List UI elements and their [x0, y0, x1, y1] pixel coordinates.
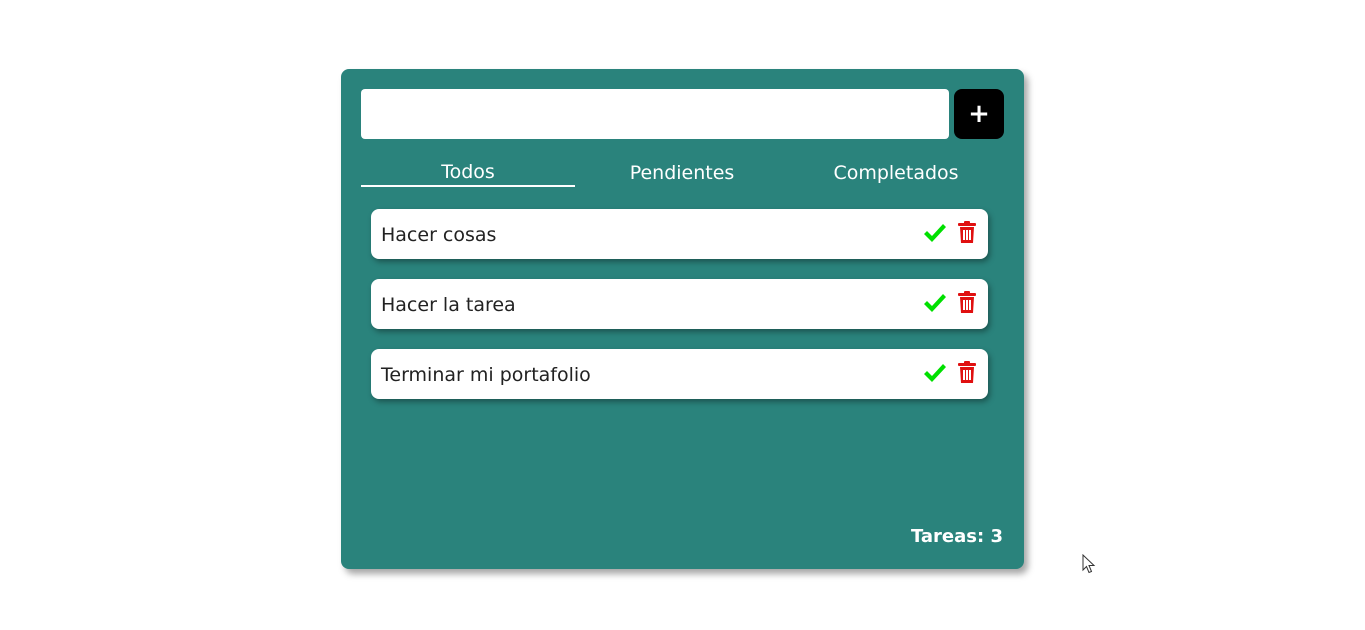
tab-completados[interactable]: Completados — [789, 159, 1003, 187]
trash-icon[interactable] — [958, 221, 976, 244]
filter-tabs: Todos Pendientes Completados — [361, 159, 1004, 191]
add-task-button[interactable]: + — [954, 89, 1004, 139]
task-item: Terminar mi portafolio — [371, 349, 988, 399]
task-list: Hacer cosas Hacer la tarea Terminar mi p… — [371, 209, 988, 419]
tab-todos[interactable]: Todos — [361, 159, 575, 187]
task-counter: Tareas: 3 — [910, 526, 1003, 547]
trash-icon[interactable] — [958, 361, 976, 384]
task-text: Hacer la tarea — [381, 294, 516, 316]
check-icon[interactable] — [923, 223, 947, 243]
todo-card: + Todos Pendientes Completados Hacer cos… — [341, 69, 1024, 569]
plus-icon: + — [968, 99, 990, 129]
task-item: Hacer cosas — [371, 209, 988, 259]
trash-icon[interactable] — [958, 291, 976, 314]
check-icon[interactable] — [923, 293, 947, 313]
check-icon[interactable] — [923, 363, 947, 383]
task-text: Terminar mi portafolio — [381, 364, 591, 386]
task-text: Hacer cosas — [381, 224, 497, 246]
mouse-pointer-icon — [1082, 554, 1096, 574]
task-input[interactable] — [361, 89, 949, 139]
task-item: Hacer la tarea — [371, 279, 988, 329]
tab-pendientes[interactable]: Pendientes — [575, 159, 789, 187]
